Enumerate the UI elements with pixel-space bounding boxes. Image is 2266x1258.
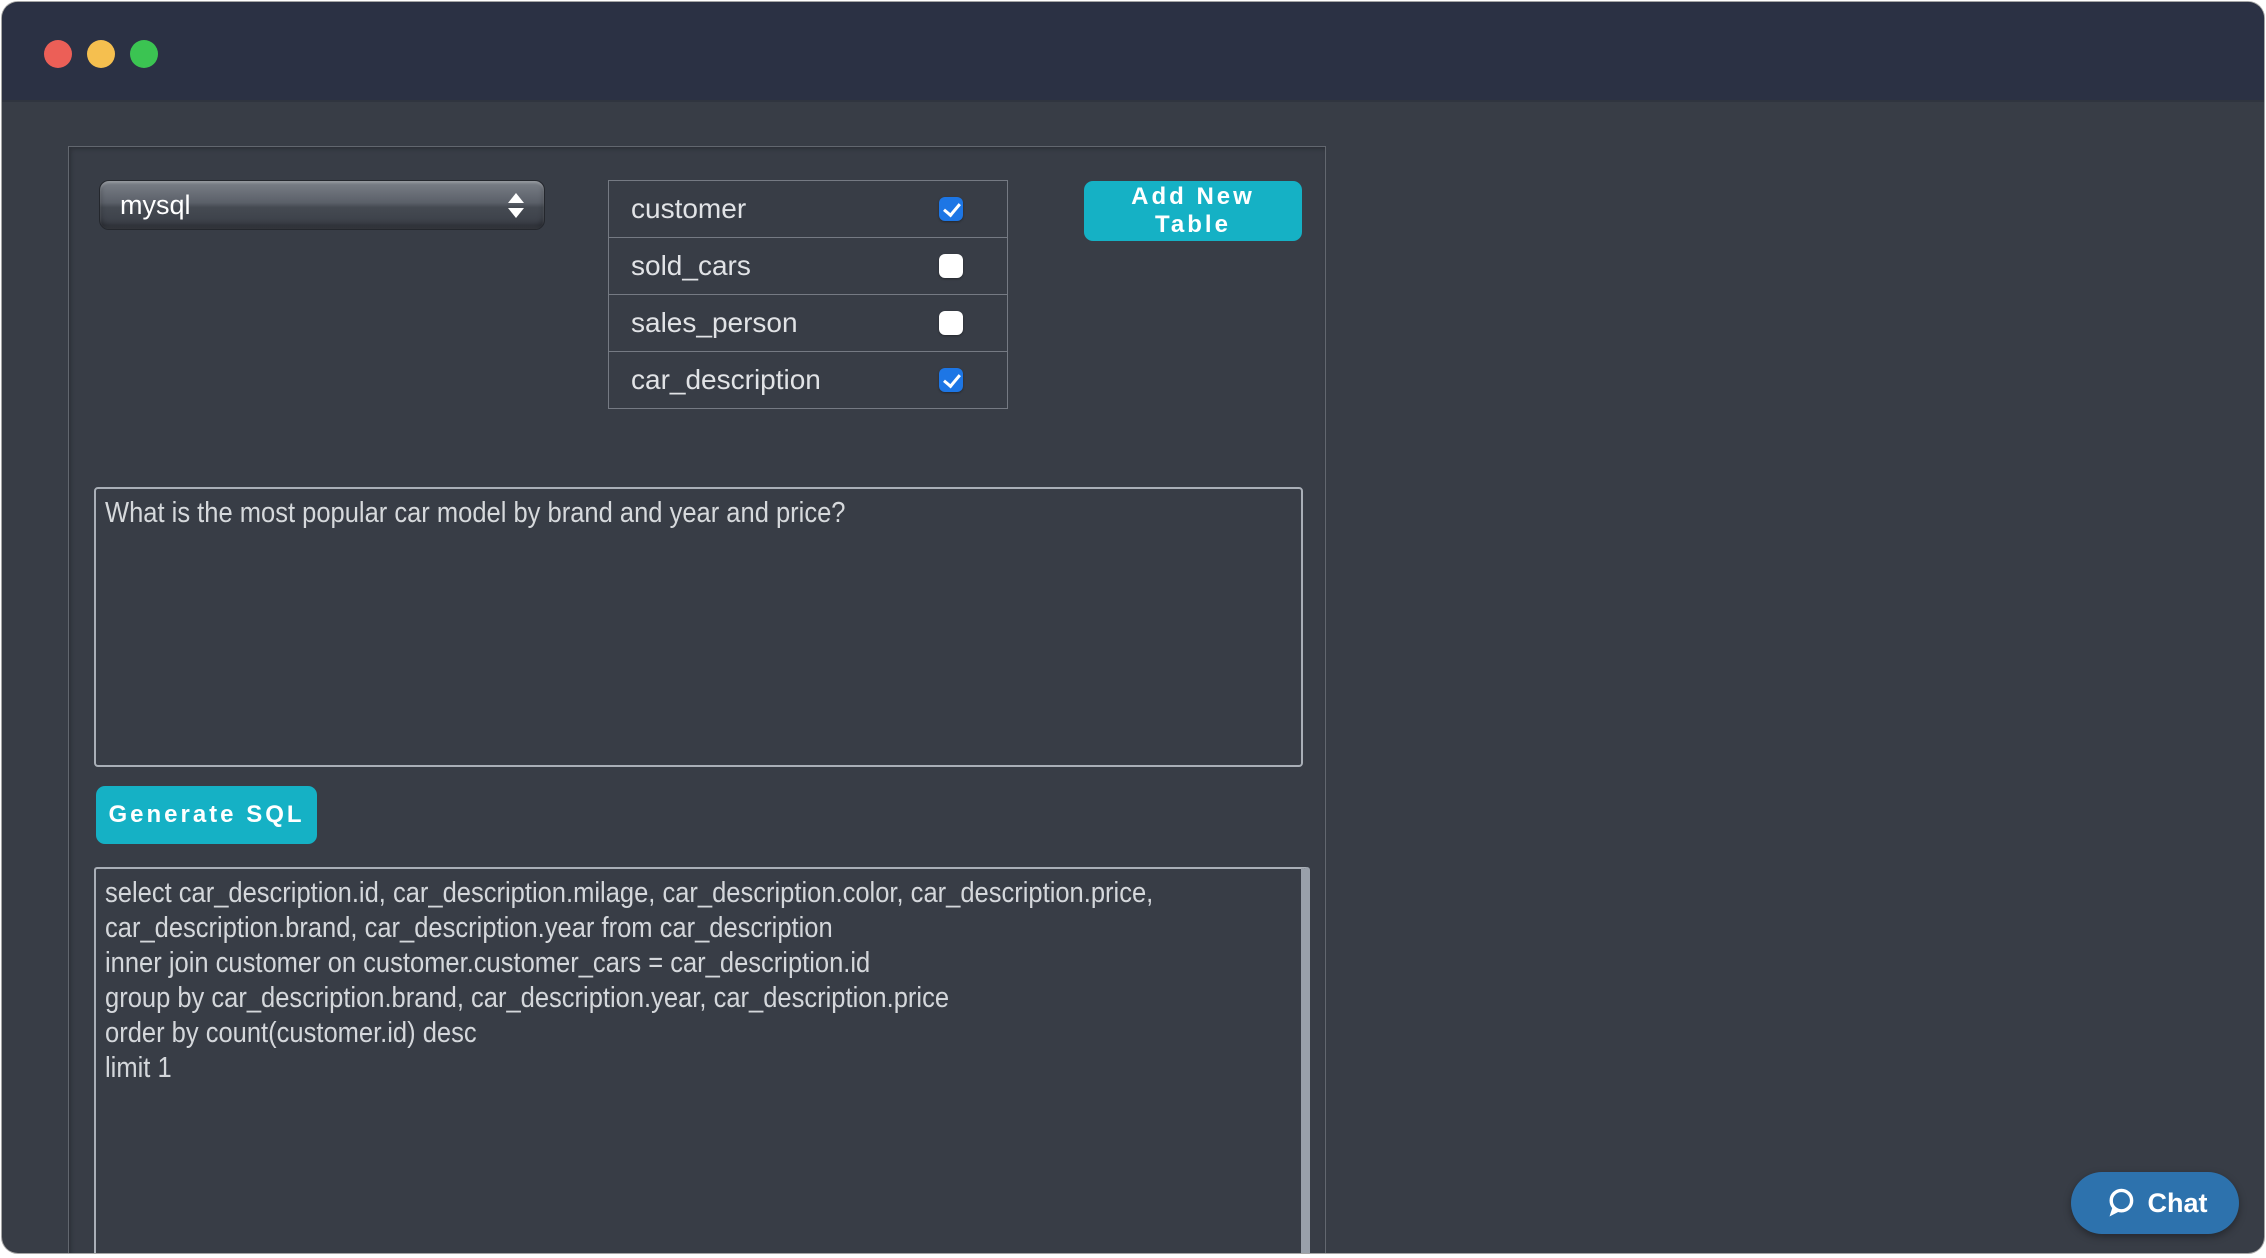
- table-row: customer: [609, 181, 1007, 238]
- table-name-label: car_description: [631, 364, 821, 396]
- table-checkbox[interactable]: [939, 368, 963, 392]
- database-select[interactable]: mysql: [99, 180, 545, 230]
- table-checkbox[interactable]: [939, 197, 963, 221]
- sql-line: select car_description.id, car_descripti…: [105, 876, 1292, 911]
- chat-label: Chat: [2148, 1188, 2208, 1219]
- add-new-table-button[interactable]: Add New Table: [1084, 181, 1302, 241]
- table-row: sales_person: [609, 295, 1007, 352]
- sql-line: group by car_description.brand, car_desc…: [105, 981, 1292, 1016]
- database-select-value: mysql: [120, 190, 508, 221]
- table-name-label: customer: [631, 193, 746, 225]
- table-list: customer sold_cars sales_person car_desc…: [608, 180, 1008, 409]
- chat-button[interactable]: Chat: [2071, 1172, 2239, 1234]
- table-checkbox[interactable]: [939, 311, 963, 335]
- generate-sql-button[interactable]: Generate SQL: [96, 786, 317, 844]
- traffic-lights: [44, 40, 158, 68]
- sql-line: inner join customer on customer.customer…: [105, 946, 1292, 981]
- generate-sql-label: Generate SQL: [108, 801, 304, 829]
- table-name-label: sold_cars: [631, 250, 751, 282]
- question-textarea[interactable]: What is the most popular car model by br…: [94, 487, 1303, 767]
- select-arrows-icon: [508, 193, 524, 218]
- chat-bubble-icon: [2103, 1186, 2137, 1220]
- table-row: car_description: [609, 352, 1007, 408]
- minimize-button[interactable]: [87, 40, 115, 68]
- titlebar[interactable]: [2, 2, 2264, 102]
- sql-line: limit 1: [105, 1051, 1292, 1086]
- table-row: sold_cars: [609, 238, 1007, 295]
- add-new-table-label: Add New Table: [1090, 183, 1296, 239]
- sql-line: car_description.brand, car_description.y…: [105, 911, 1292, 946]
- table-name-label: sales_person: [631, 307, 798, 339]
- close-button[interactable]: [44, 40, 72, 68]
- sql-output-textarea[interactable]: select car_description.id, car_descripti…: [94, 867, 1310, 1253]
- zoom-button[interactable]: [130, 40, 158, 68]
- table-checkbox[interactable]: [939, 254, 963, 278]
- sql-line: order by count(customer.id) desc: [105, 1016, 1292, 1051]
- app-window: mysql customer sold_cars sales_person ca…: [2, 2, 2264, 1253]
- question-text: What is the most popular car model by br…: [105, 494, 1292, 532]
